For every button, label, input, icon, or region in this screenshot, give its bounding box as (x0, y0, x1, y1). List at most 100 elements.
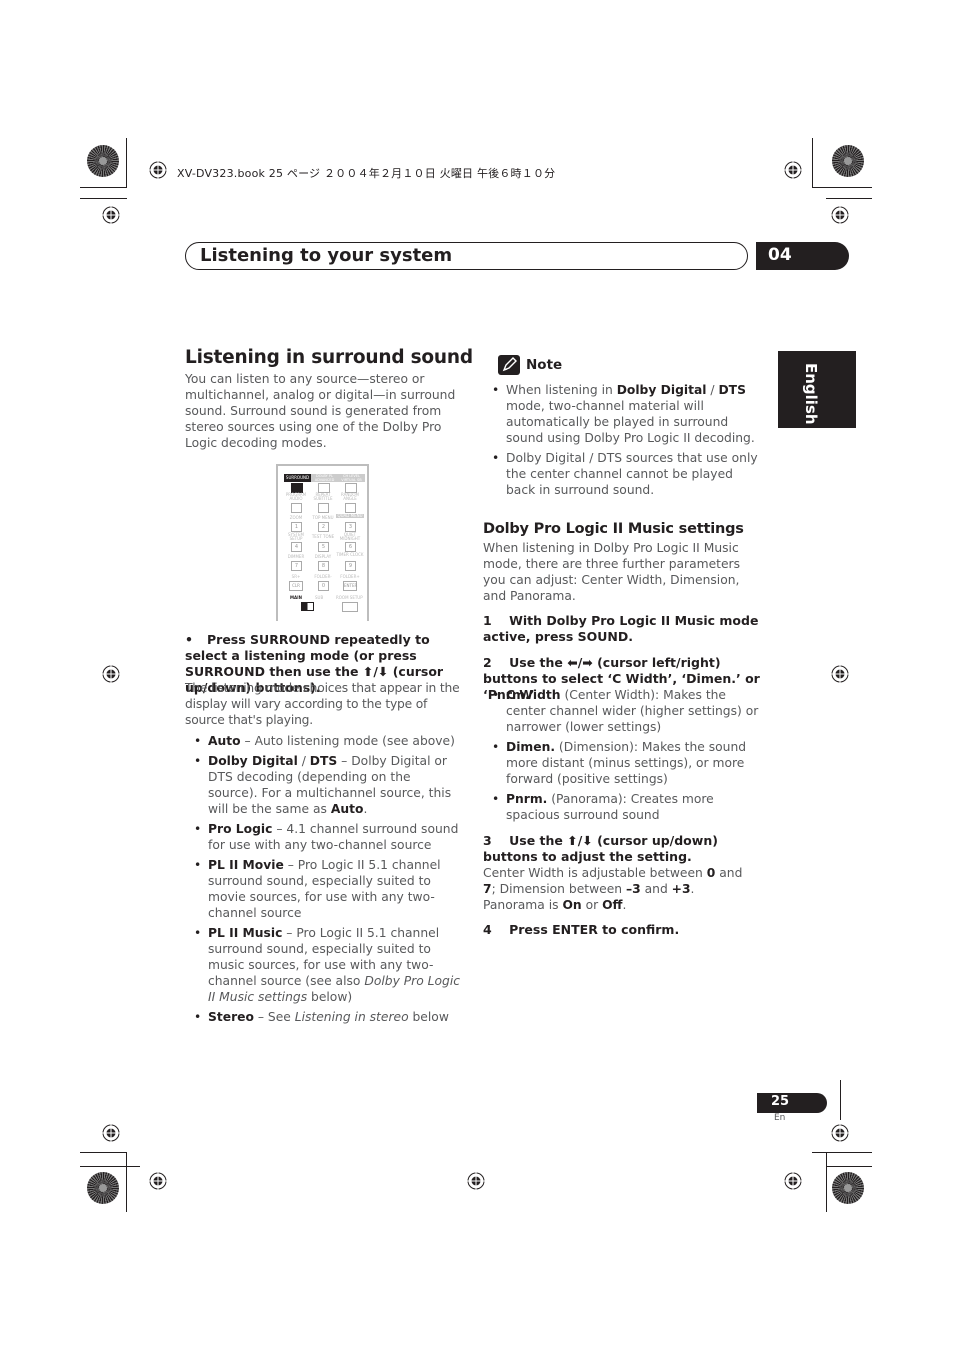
remote-key-label: REPEAT SUBTITLE (313, 492, 333, 501)
note-list: When listening in Dolby Digital / DTS mo… (484, 382, 759, 502)
remote-digit-button[interactable]: 5 (318, 542, 329, 552)
registration-crosshair-icon (783, 160, 803, 180)
section-heading: Listening in surround sound (185, 347, 473, 368)
remote-room-setup-label: ROOM SETUP (336, 595, 363, 600)
remote-digit-button[interactable]: 0 (318, 581, 329, 591)
remote-digit-button[interactable]: 4 (291, 542, 302, 552)
registration-crosshair-icon (830, 205, 850, 225)
registration-crosshair-icon (101, 664, 121, 684)
list-item: Stereo – See Listening in stereo below (186, 1009, 461, 1025)
registration-crosshair-icon (101, 1123, 121, 1143)
remote-key-label: PROGRAM AUDIO (285, 492, 307, 501)
step-bullet: • (185, 632, 193, 647)
remote-sub-label: SUB (315, 595, 324, 600)
crop-mark (80, 1166, 140, 1167)
crop-mark (126, 138, 127, 188)
list-item: When listening in Dolby Digital / DTS mo… (484, 382, 759, 446)
list-item: Dolby Digital / DTS sources that use onl… (484, 450, 759, 498)
crop-mark (812, 187, 872, 188)
page-language-code: En (774, 1113, 786, 1123)
remote-key-label: FOLDER- (314, 574, 332, 579)
section-intro: You can listen to any source—stereo or m… (185, 372, 456, 450)
crop-mark (826, 1166, 872, 1167)
remote-key-label: TOP MENU (312, 515, 334, 520)
listening-mode-list: Auto – Auto listening mode (see above) D… (186, 733, 461, 1029)
list-item: Pnrm. (Panorama): Creates more spacious … (484, 791, 762, 823)
crop-mark (80, 198, 127, 199)
crop-mark (840, 1080, 841, 1120)
remote-key-label: QUIET MIDNIGHT (339, 532, 361, 541)
print-slug-line: XV-DV323.book 25 ページ ２００４年２月１０日 火曜日 午後６時… (177, 167, 556, 180)
remote-control-illustration: SURROUND DOLBY PL ADVANCED CH LEVEL VIRT… (276, 464, 369, 621)
step-description: The listening mode choices that appear i… (185, 681, 460, 727)
remote-clear-button[interactable]: CLR (289, 581, 303, 591)
remote-digit-button[interactable]: 9 (345, 561, 356, 571)
remote-key-label: RANDOM ANGLE (340, 492, 360, 501)
remote-key-label: DIMMER (287, 554, 305, 559)
crop-mark (80, 1152, 127, 1153)
crop-mark (126, 1152, 127, 1212)
remote-key-label: QUAD MENU (336, 513, 364, 518)
step-3-detail: Center Width is adjustable between 0 and… (483, 866, 743, 912)
remote-key-label: FOLDER+ (340, 574, 360, 579)
remote-key-label: SR+ (291, 574, 301, 579)
remote-button[interactable] (318, 503, 329, 513)
remote-digit-button[interactable]: 8 (318, 561, 329, 571)
language-tab: English (778, 351, 856, 428)
page-number: 25 (757, 1093, 827, 1113)
remote-surround-label: SURROUND (284, 474, 311, 482)
note-heading: Note (526, 357, 563, 373)
remote-room-setup-button[interactable] (342, 602, 358, 612)
remote-button[interactable] (291, 503, 302, 513)
chapter-title: Listening to your system (200, 245, 453, 266)
subsection-intro: When listening in Dolby Pro Logic II Mus… (483, 541, 741, 603)
parameter-list: C Width (Center Width): Makes the center… (484, 687, 762, 827)
list-item: Pro Logic – 4.1 channel surround sound f… (186, 821, 461, 853)
remote-key-label: ZOOM (289, 515, 303, 520)
remote-button[interactable] (345, 503, 356, 513)
crop-mark (812, 1152, 872, 1153)
remote-digit-button[interactable]: 2 (318, 522, 329, 532)
registration-crosshair-icon (101, 205, 121, 225)
remote-digit-button[interactable]: 7 (291, 561, 302, 571)
subsection-heading: Dolby Pro Logic II Music settings (483, 521, 744, 537)
registration-crosshair-icon (830, 1123, 850, 1143)
remote-key-label: SYSTEM SETUP (288, 532, 304, 541)
step-1: 1 With Dolby Pro Logic II Music mode act… (483, 613, 763, 644)
remote-main-label: MAIN (290, 595, 302, 600)
remote-ch-level-label: CH LEVEL VIRTUAL SB (338, 474, 365, 482)
remote-digit-button[interactable]: 1 (291, 522, 302, 532)
color-registration-target (832, 1172, 864, 1204)
remote-digit-button[interactable]: 6 (345, 542, 356, 552)
list-item: PL II Movie – Pro Logic II 5.1 channel s… (186, 857, 461, 921)
step-3: 3 Use the ⬆/⬇ (cursor up/down) buttons t… (483, 833, 723, 864)
crop-mark (826, 198, 872, 199)
registration-crosshair-icon (783, 1171, 803, 1191)
remote-digit-button[interactable]: 3 (345, 522, 356, 532)
list-item: C Width (Center Width): Makes the center… (484, 687, 762, 735)
registration-crosshair-icon (830, 664, 850, 684)
remote-main-sub-switch[interactable] (301, 602, 314, 611)
remote-key-label: TIMER CLOCK (336, 552, 364, 557)
registration-crosshair-icon (466, 1171, 486, 1191)
remote-enter-button[interactable]: ENTER (343, 581, 357, 591)
color-registration-target (87, 1172, 119, 1204)
remote-key-label: DISPLAY (314, 554, 332, 559)
cross-reference: Listening in stereo (294, 1010, 409, 1024)
crop-mark (812, 138, 813, 188)
chapter-header-bar: Listening to your system (185, 242, 748, 270)
step-4: 4 Press ENTER to confirm. (483, 922, 680, 937)
crop-mark (826, 1152, 827, 1212)
list-item: PL II Music – Pro Logic II 5.1 channel s… (186, 925, 461, 1005)
list-item: Dimen. (Dimension): Makes the sound more… (484, 739, 762, 787)
registration-crosshair-icon (148, 160, 168, 180)
remote-dolby-pl-label: DOLBY PL ADVANCED (311, 474, 338, 482)
registration-crosshair-icon (148, 1171, 168, 1191)
list-item: Auto – Auto listening mode (see above) (186, 733, 461, 749)
pencil-note-icon (498, 355, 520, 375)
list-item: Dolby Digital / DTS – Dolby Digital or D… (186, 753, 461, 817)
language-tab-label: English (802, 363, 820, 425)
color-registration-target (832, 145, 864, 177)
chapter-number: 04 (756, 242, 849, 270)
remote-key-label: TEST TONE (311, 534, 335, 539)
